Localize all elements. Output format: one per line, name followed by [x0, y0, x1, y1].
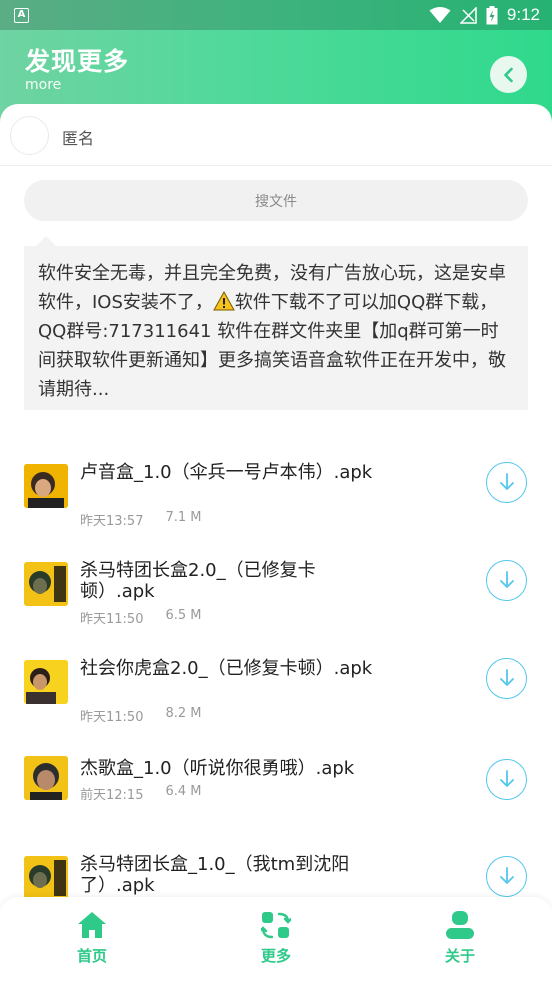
back-button[interactable]	[490, 56, 527, 93]
app-badge-icon: A	[14, 7, 29, 23]
wifi-icon	[429, 6, 451, 23]
user-name: 匿名	[62, 129, 95, 148]
home-icon	[78, 912, 106, 938]
file-time: 昨天11:50	[80, 710, 144, 725]
download-icon	[499, 866, 514, 884]
more-icon	[261, 912, 291, 939]
chevron-left-icon	[503, 67, 513, 82]
signal-icon	[459, 6, 477, 24]
avatar	[10, 116, 49, 155]
file-meta: 昨天11:50 6.5 M	[80, 608, 202, 627]
file-meta: 前天12:15 6.4 M	[80, 784, 202, 803]
file-name: 杀马特团长盒2.0_（已修复卡顿）.apk	[80, 560, 316, 602]
content-sheet: 匿名 搜文件 软件安全无毒，并且完全免费，没有广告放心玩，这是安卓软件，IOS安…	[0, 104, 552, 983]
tab-home-label: 首页	[76, 947, 107, 965]
page-subtitle: more	[25, 77, 62, 93]
download-button[interactable]	[486, 856, 527, 897]
file-thumbnail	[24, 856, 68, 900]
file-name: 杰歌盒_1.0（听说你很勇哦）.apk	[80, 758, 355, 779]
file-size: 7.1 M	[165, 510, 202, 525]
user-icon	[446, 911, 474, 939]
tab-more[interactable]: 更多	[226, 911, 326, 966]
download-button[interactable]	[486, 462, 527, 503]
file-item[interactable]: 社会你虎盒2.0_（已修复卡顿）.apk 昨天11:50 8.2 M	[0, 658, 552, 738]
file-thumbnail	[24, 562, 68, 606]
download-icon	[499, 769, 514, 787]
bottom-tab-bar: 首页 更多 关于	[0, 897, 552, 983]
notice-bubble: 软件安全无毒，并且完全免费，没有广告放心玩，这是安卓软件，IOS安装不了， 软件下…	[24, 236, 528, 410]
file-item[interactable]: 杰歌盒_1.0（听说你很勇哦）.apk 前天12:15 6.4 M	[0, 756, 552, 836]
search-files-button[interactable]: 搜文件	[24, 180, 528, 221]
file-size: 6.5 M	[165, 608, 202, 623]
file-item[interactable]: 卢音盒_1.0（伞兵一号卢本伟）.apk 昨天13:57 7.1 M	[0, 462, 552, 542]
page-title: 发现更多	[25, 47, 130, 76]
download-icon	[499, 668, 514, 686]
tab-about[interactable]: 关于	[410, 911, 510, 966]
file-item[interactable]: 杀马特团长盒2.0_（已修复卡顿）.apk 昨天11:50 6.5 M	[0, 560, 552, 640]
download-icon	[499, 472, 514, 490]
download-button[interactable]	[486, 560, 527, 601]
tab-about-label: 关于	[444, 947, 475, 965]
warning-icon	[213, 290, 235, 311]
file-time: 昨天13:57	[80, 514, 144, 529]
tab-home[interactable]: 首页	[42, 911, 142, 966]
battery-icon	[486, 5, 498, 24]
status-icons: 9:12	[429, 5, 540, 25]
file-thumbnail	[24, 660, 68, 704]
file-time: 前天12:15	[80, 788, 144, 803]
download-button[interactable]	[486, 658, 527, 699]
tab-more-label: 更多	[260, 947, 291, 965]
status-bar: A 9:12	[0, 0, 552, 30]
file-thumbnail	[24, 464, 68, 508]
file-meta: 昨天13:57 7.1 M	[80, 510, 202, 529]
file-thumbnail	[24, 756, 68, 800]
file-size: 8.2 M	[165, 706, 202, 721]
download-button[interactable]	[486, 759, 527, 800]
file-name: 杀马特团长盒_1.0_（我tm到沈阳了）.apk	[80, 854, 350, 896]
file-name: 卢音盒_1.0（伞兵一号卢本伟）.apk	[80, 462, 373, 483]
clock: 9:12	[506, 5, 540, 24]
download-icon	[499, 570, 514, 588]
user-row[interactable]: 匿名	[0, 104, 552, 166]
file-meta: 昨天11:50 8.2 M	[80, 706, 202, 725]
file-name: 社会你虎盒2.0_（已修复卡顿）.apk	[80, 658, 373, 679]
file-time: 昨天11:50	[80, 612, 144, 627]
file-size: 6.4 M	[165, 784, 202, 799]
